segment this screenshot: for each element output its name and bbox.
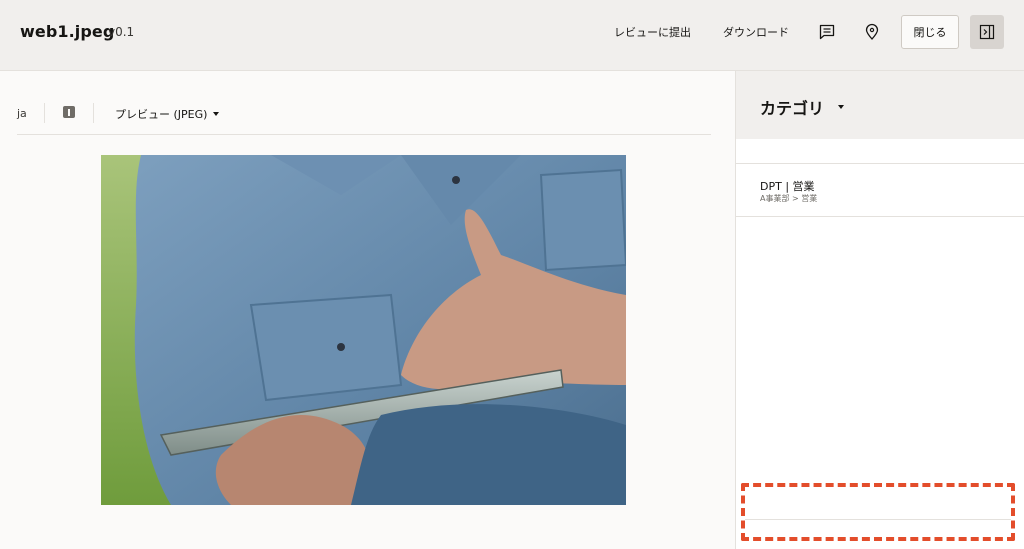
- category-path: A事業部 > 営業: [760, 194, 818, 203]
- location-pin-icon[interactable]: [859, 19, 885, 45]
- divider: [44, 103, 45, 123]
- category-name: DPT | 営業: [760, 180, 815, 193]
- file-title: web1.jpeg: [20, 22, 115, 41]
- app-header: web1.jpeg v0.1 レビューに提出 ダウンロード 閉じる: [0, 0, 1024, 71]
- category-panel-header: カテゴリ: [736, 71, 1024, 139]
- category-dropdown[interactable]: カテゴリ: [760, 95, 845, 119]
- category-panel: カテゴリ DPT | 営業 A事業部 > 営業: [735, 71, 1024, 549]
- highlight-annotation: [741, 483, 1015, 541]
- collapse-panel-icon[interactable]: [970, 15, 1004, 49]
- preview-format-label: プレビュー (JPEG): [115, 108, 208, 121]
- submit-review-button[interactable]: レビューに提出: [614, 24, 691, 40]
- language-selector[interactable]: ja: [17, 107, 27, 120]
- preview-toolbar: ja プレビュー (JPEG): [17, 101, 711, 135]
- category-title: カテゴリ: [760, 99, 825, 118]
- divider: [93, 103, 94, 123]
- chevron-down-icon: [213, 112, 220, 116]
- category-list-item[interactable]: DPT | 営業 A事業部 > 営業: [736, 164, 1024, 217]
- chevron-down-icon: [838, 105, 845, 109]
- comment-icon[interactable]: [814, 19, 840, 45]
- version-label: v0.1: [108, 25, 135, 39]
- info-icon[interactable]: [63, 106, 75, 118]
- preview-area: ja プレビュー (JPEG): [0, 71, 735, 549]
- preview-image: [101, 155, 626, 505]
- download-button[interactable]: ダウンロード: [723, 24, 789, 40]
- preview-format-dropdown[interactable]: プレビュー (JPEG): [115, 106, 220, 122]
- close-button[interactable]: 閉じる: [901, 15, 959, 49]
- list-spacer: [736, 139, 1024, 164]
